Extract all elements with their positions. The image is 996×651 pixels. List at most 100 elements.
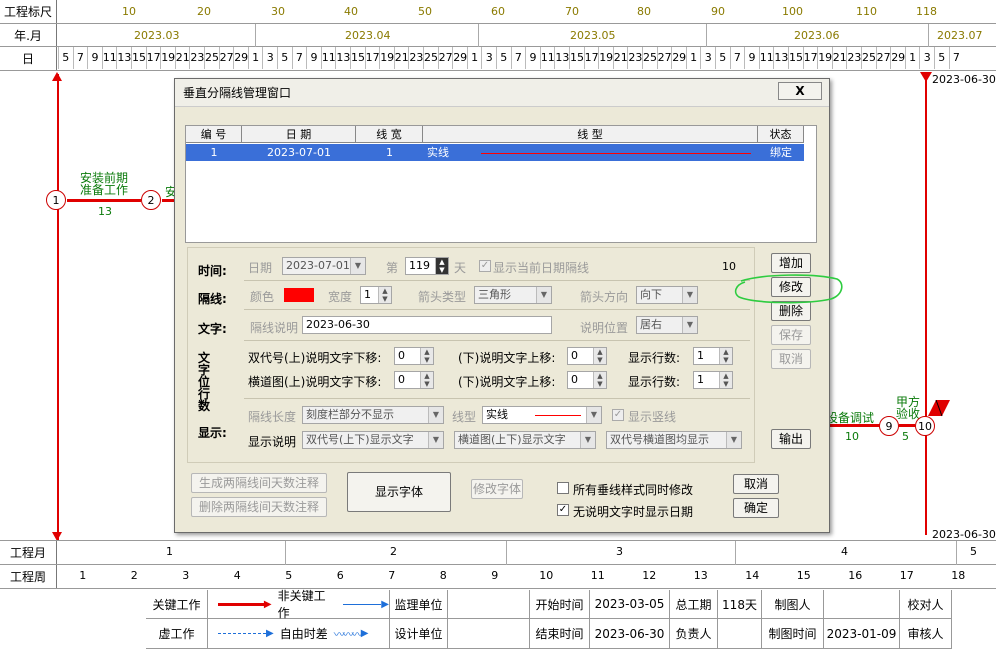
- chevron-down-icon: ▼: [428, 407, 443, 423]
- color-label: 颜色: [250, 290, 275, 304]
- save-button[interactable]: 保存: [771, 325, 811, 345]
- cancel-edit-button[interactable]: 取消: [771, 349, 811, 369]
- show-date-line-checkbox[interactable]: ✓: [479, 260, 491, 272]
- close-button[interactable]: X: [778, 82, 822, 100]
- day-cell: 11: [539, 47, 555, 69]
- project-week-value: 9: [491, 569, 499, 582]
- day-row: 日 5 7 9 11 13 15 17 19 21 23 25 27 29 1 3 5 7 9 11 13 15 17 19…: [0, 47, 996, 71]
- day-cell: 21: [393, 47, 409, 69]
- dbl-rows-label: 显示行数:: [628, 351, 681, 365]
- desc-label: 隔线说明: [250, 321, 299, 335]
- spin-icon[interactable]: ▲ ▼: [593, 348, 606, 364]
- legend-noncritical-label: 非关键工作: [277, 589, 326, 620]
- chevron-down-icon: ▼: [682, 317, 697, 333]
- day-cell: 21: [612, 47, 628, 69]
- day-stepper[interactable]: 119 ▲ ▼: [405, 257, 449, 275]
- separator-date-top: 2023-06-30: [932, 73, 996, 86]
- arrow-direction-select[interactable]: 向下 ▼: [636, 286, 698, 304]
- day-cell: 29: [671, 47, 686, 69]
- show-desc-select-1[interactable]: 双代号(上下)显示文字 ▼: [302, 431, 444, 449]
- day-cell: 27: [218, 47, 234, 69]
- color-swatch[interactable]: [284, 288, 314, 302]
- month-label: 2023.05: [570, 29, 616, 42]
- dbl-up-stepper[interactable]: 0 ▲ ▼: [394, 347, 434, 365]
- desc-position-label: 说明位置: [580, 321, 629, 335]
- supervisor-value: [448, 590, 530, 619]
- day-cell: 5: [934, 47, 949, 69]
- project-week-value: 12: [642, 569, 657, 582]
- project-week-value: 10: [539, 569, 554, 582]
- chevron-down-icon: ▼: [580, 432, 595, 448]
- linetype-select[interactable]: 实线 ▼: [482, 406, 602, 424]
- export-button[interactable]: 输出: [771, 429, 811, 449]
- spin-icon[interactable]: ▲ ▼: [719, 348, 732, 364]
- manager-label: 负责人: [670, 619, 718, 649]
- spin-icon[interactable]: ▲ ▼: [719, 372, 732, 388]
- desc-position-select[interactable]: 居右 ▼: [636, 316, 698, 334]
- spin-icon[interactable]: ▲ ▼: [420, 348, 433, 364]
- day-cell: 13: [554, 47, 569, 69]
- task-duration: 10: [845, 430, 859, 443]
- spin-icon[interactable]: ▲ ▼: [435, 258, 448, 274]
- critical-task-arrow[interactable]: [67, 199, 141, 202]
- day-cell: 9: [87, 47, 102, 69]
- critical-task-arrow[interactable]: [899, 424, 915, 427]
- total-duration-value: 118天: [718, 590, 762, 619]
- show-vline-checkbox[interactable]: ✓: [612, 409, 624, 421]
- text-label: 文字:: [198, 322, 227, 336]
- generate-day-notes-button[interactable]: 生成两隔线间天数注释: [191, 473, 327, 493]
- line-sample: [535, 415, 581, 416]
- day-cell: 19: [160, 47, 175, 69]
- add-button[interactable]: 增加: [771, 253, 811, 273]
- length-select[interactable]: 刻度栏部分不显示 ▼: [302, 406, 444, 424]
- hz-rows-stepper[interactable]: 1 ▲ ▼: [693, 371, 733, 389]
- project-week-value: 17: [899, 569, 914, 582]
- ok-button[interactable]: 确定: [733, 498, 779, 518]
- day-cell: 3: [919, 47, 934, 69]
- show-desc-select-3[interactable]: 双代号横道图均显示 ▼: [606, 431, 742, 449]
- display-font-button[interactable]: 显示字体: [347, 472, 451, 512]
- day-cell: 21: [831, 47, 847, 69]
- spin-icon[interactable]: ▲ ▼: [593, 372, 606, 388]
- scale-tick: 90: [711, 5, 725, 18]
- project-week-value: 8: [439, 569, 447, 582]
- time-label: 时间:: [198, 264, 227, 278]
- network-node[interactable]: 1: [46, 190, 66, 210]
- hz-up-stepper[interactable]: 0 ▲ ▼: [394, 371, 434, 389]
- desc-input[interactable]: 2023-06-30: [302, 316, 552, 334]
- project-week-row: 工程周 1 2 3 4 5 6 7 8 9 10 11 12 13 14 15 16 17 18: [0, 565, 996, 589]
- dbl-down-stepper[interactable]: 0 ▲ ▼: [567, 347, 607, 365]
- day-cell: 23: [189, 47, 204, 69]
- day-cell: 5: [496, 47, 511, 69]
- project-month-label: 工程月: [0, 541, 57, 564]
- project-week-value: 4: [233, 569, 241, 582]
- spin-icon[interactable]: ▲ ▼: [420, 372, 433, 388]
- project-month-row: 工程月 1 2 3 4 5: [0, 541, 996, 565]
- drawer-label: 制图人: [762, 590, 824, 619]
- modify-all-checkbox[interactable]: [557, 482, 569, 494]
- delete-day-notes-button[interactable]: 删除两隔线间天数注释: [191, 497, 327, 517]
- show-desc-select-2[interactable]: 横道图(上下)显示文字 ▼: [454, 431, 596, 449]
- separator-manager-dialog: 垂直分隔线管理窗口 X 编 号 日 期 线 宽 线 型 状态 1 2023-07…: [174, 78, 843, 533]
- day-cell: 3: [700, 47, 715, 69]
- modify-font-button[interactable]: 修改字体: [471, 479, 523, 499]
- date-field[interactable]: 2023-07-01 ▼: [282, 257, 366, 275]
- width-stepper[interactable]: 1 ▲ ▼: [360, 286, 392, 304]
- show-date-checkbox[interactable]: ✓: [557, 504, 569, 516]
- project-month-value: 3: [616, 545, 623, 558]
- reviewer-label: 审核人: [900, 619, 952, 649]
- cell-linetype: 实线: [423, 144, 758, 161]
- hz-up-label: 横道图(上)说明文字下移:: [248, 375, 382, 389]
- cancel-button[interactable]: 取消: [733, 474, 779, 494]
- day-cell: 3: [262, 47, 277, 69]
- network-node[interactable]: 10: [915, 416, 935, 436]
- arrow-type-select[interactable]: 三角形 ▼: [474, 286, 552, 304]
- spin-icon[interactable]: ▲ ▼: [378, 287, 391, 303]
- virtual-line-sample: [218, 633, 266, 634]
- divider: [244, 309, 750, 310]
- design-label: 设计单位: [390, 619, 448, 649]
- hz-down-stepper[interactable]: 0 ▲ ▼: [567, 371, 607, 389]
- network-node[interactable]: 2: [141, 190, 161, 210]
- chevron-down-icon: ▼: [726, 432, 741, 448]
- dbl-rows-stepper[interactable]: 1 ▲ ▼: [693, 347, 733, 365]
